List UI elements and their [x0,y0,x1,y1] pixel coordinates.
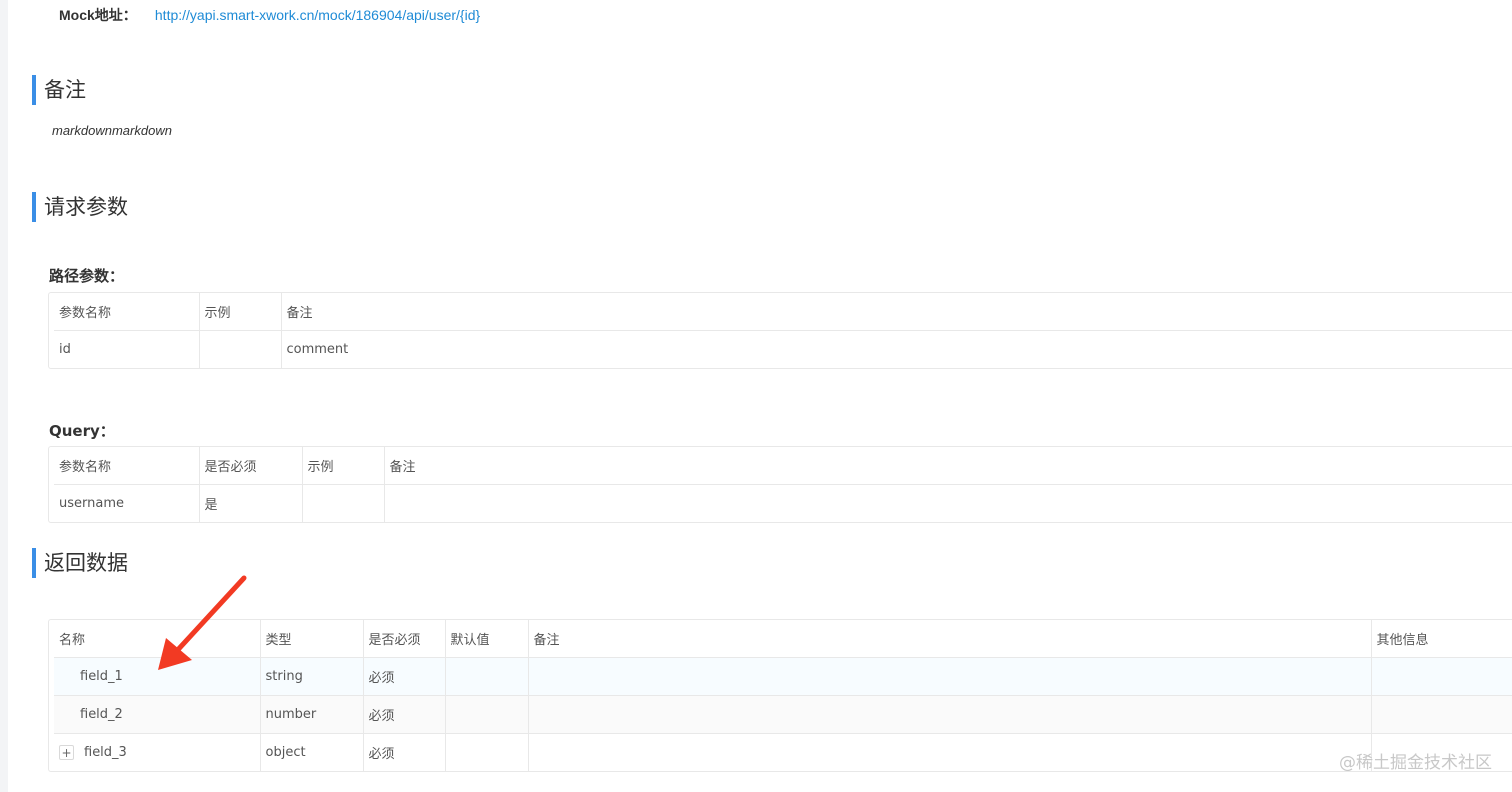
param-name-cell: id [59,342,71,357]
field-required-cell: 必须 [362,733,445,771]
param-comment-cell: comment [280,330,1512,368]
table-row[interactable]: + field_3 object 必须 [54,733,1512,772]
query-example-cell [301,484,384,522]
path-params-table-wrap: 参数名称 示例 备注 id comment [48,292,1512,369]
column-header: 备注 [527,620,1371,658]
field-type-cell: number [259,695,363,734]
query-required-cell: 是 [198,484,302,522]
mock-address-label: Mock地址： [59,7,137,23]
response-section-title: 返回数据 [32,548,128,578]
table-row[interactable]: field_2 number 必须 [54,695,1512,734]
annotation-arrow-icon [158,575,247,670]
field-name-label: field_3 [84,744,127,760]
path-params-title: 路径参数： [49,267,125,285]
column-header: 是否必须 [198,447,302,485]
response-table: 名称 类型 是否必须 默认值 备注 其他信息 field_1 string 必须… [54,620,1512,771]
query-comment-cell [383,484,1512,522]
column-header: 是否必须 [362,620,445,658]
query-params-table-wrap: 参数名称 是否必须 示例 备注 username 是 [48,446,1512,523]
column-header: 参数名称 [54,447,199,485]
table-header-row: 参数名称 是否必须 示例 备注 [54,447,1512,485]
column-header: 参数名称 [54,293,199,331]
field-comment-cell [527,657,1371,696]
column-header: 其他信息 [1370,620,1512,658]
query-params-table: 参数名称 是否必须 示例 备注 username 是 [54,447,1512,522]
query-name-cell: username [59,496,124,511]
field-comment-cell [527,695,1371,734]
field-other-cell [1370,695,1512,734]
field-type-cell: object [259,733,363,771]
column-header: 默认值 [444,620,528,658]
mock-address-link[interactable]: http://yapi.smart-xwork.cn/mock/186904/a… [155,7,480,23]
remark-text: markdownmarkdown [52,123,172,138]
field-default-cell [444,657,528,696]
response-table-wrap: 名称 类型 是否必须 默认值 备注 其他信息 field_1 string 必须… [48,619,1512,772]
mock-address-row: Mock地址： http://yapi.smart-xwork.cn/mock/… [59,5,480,25]
column-header: 备注 [383,447,1512,485]
column-header: 示例 [301,447,384,485]
table-header-row: 名称 类型 是否必须 默认值 备注 其他信息 [54,620,1512,658]
field-required-cell: 必须 [362,695,445,734]
field-default-cell [444,695,528,734]
table-row: username 是 [54,484,1512,522]
table-row: id comment [54,330,1512,368]
table-header-row: 参数名称 示例 备注 [54,293,1512,331]
field-other-cell [1370,657,1512,696]
table-row[interactable]: field_1 string 必须 [54,657,1512,696]
param-example-cell [198,330,281,368]
field-comment-cell [527,733,1371,771]
field-required-cell: 必须 [362,657,445,696]
query-params-title: Query： [49,422,115,440]
field-name-cell: field_2 [54,695,260,734]
field-type-cell: string [259,657,363,696]
column-header: 备注 [280,293,1512,331]
path-params-table: 参数名称 示例 备注 id comment [54,293,1512,368]
column-header: 类型 [259,620,363,658]
column-header: 示例 [198,293,281,331]
field-default-cell [444,733,528,771]
left-strip [0,0,8,792]
request-params-section-title: 请求参数 [32,192,128,222]
remark-section-title: 备注 [32,75,86,105]
field-name-cell: + field_3 [54,734,260,772]
expand-group: + field_3 [59,744,127,760]
expand-plus-icon[interactable]: + [59,744,74,760]
watermark: @稀土掘金技术社区 [1339,753,1492,773]
